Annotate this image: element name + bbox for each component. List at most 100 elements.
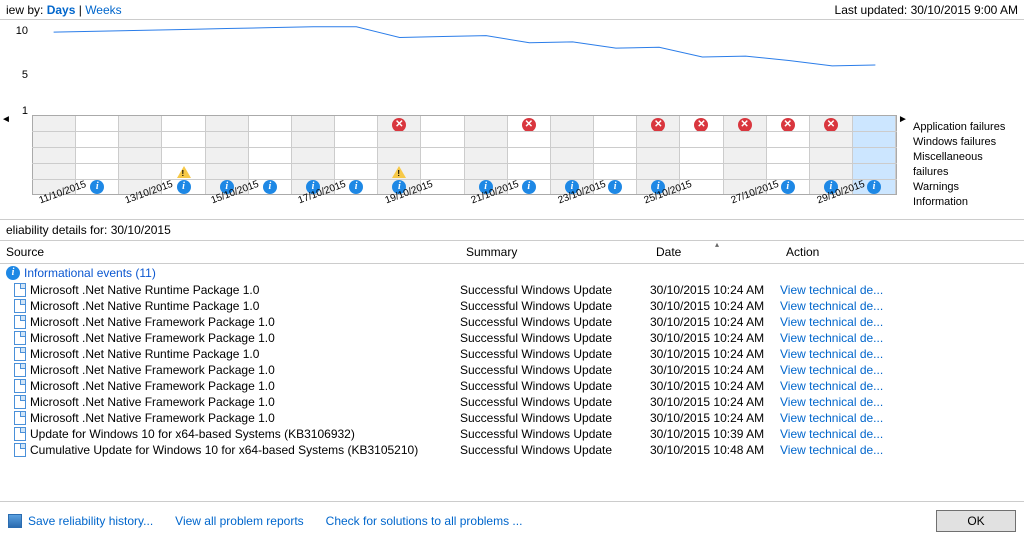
summary-text: Successful Windows Update [460, 283, 650, 297]
table-row[interactable]: Microsoft .Net Native Runtime Package 1.… [0, 298, 1024, 314]
legend-item: Warnings [913, 180, 1020, 195]
date-text: 30/10/2015 10:24 AM [650, 363, 780, 377]
doc-icon [14, 363, 26, 377]
view-details-link[interactable]: View technical de... [780, 299, 883, 313]
doc-icon [14, 427, 26, 441]
info-icon: i [6, 266, 20, 280]
doc-icon [14, 331, 26, 345]
table-row[interactable]: Microsoft .Net Native Framework Package … [0, 378, 1024, 394]
source-text: Microsoft .Net Native Framework Package … [30, 379, 275, 393]
error-icon: ✕ [392, 118, 406, 132]
view-details-link[interactable]: View technical de... [780, 427, 883, 441]
chart-next-arrow[interactable]: ► [897, 20, 909, 219]
table-row[interactable]: Microsoft .Net Native Runtime Package 1.… [0, 346, 1024, 362]
summary-text: Successful Windows Update [460, 299, 650, 313]
warning-icon [392, 166, 406, 178]
reliability-chart: ◄ 1510 iiiiii✕ii✕iii✕i✕✕✕i✕ii 11/10/2015… [0, 20, 1024, 220]
summary-text: Successful Windows Update [460, 395, 650, 409]
col-action[interactable]: Action [780, 241, 1024, 263]
check-solutions-link[interactable]: Check for solutions to all problems ... [326, 514, 523, 528]
doc-icon [14, 347, 26, 361]
col-date[interactable]: Date▴ [650, 241, 780, 263]
table-row[interactable]: Cumulative Update for Windows 10 for x64… [0, 442, 1024, 458]
summary-text: Successful Windows Update [460, 331, 650, 345]
view-by: iew by: Days | Weeks [6, 3, 122, 17]
summary-text: Successful Windows Update [460, 363, 650, 377]
table-row[interactable]: Microsoft .Net Native Framework Package … [0, 362, 1024, 378]
date-text: 30/10/2015 10:24 AM [650, 347, 780, 361]
chart-prev-arrow[interactable]: ◄ [0, 20, 12, 219]
warning-icon [177, 166, 191, 178]
day-column[interactable]: i [292, 116, 335, 194]
summary-text: Successful Windows Update [460, 347, 650, 361]
doc-icon [14, 315, 26, 329]
view-details-link[interactable]: View technical de... [780, 379, 883, 393]
y-tick: 5 [22, 69, 28, 81]
day-column[interactable]: i [465, 116, 508, 194]
table-row[interactable]: Microsoft .Net Native Framework Package … [0, 314, 1024, 330]
view-by-weeks[interactable]: Weeks [85, 3, 121, 17]
ok-button[interactable]: OK [936, 510, 1016, 532]
day-column[interactable]: i [206, 116, 249, 194]
date-text: 30/10/2015 10:24 AM [650, 379, 780, 393]
source-text: Microsoft .Net Native Runtime Package 1.… [30, 299, 259, 313]
doc-icon [14, 379, 26, 393]
sort-caret-icon: ▴ [715, 241, 719, 249]
day-column[interactable]: ✕ [724, 116, 767, 194]
summary-text: Successful Windows Update [460, 379, 650, 393]
day-column[interactable]: ✕i [810, 116, 853, 194]
table-row[interactable]: Update for Windows 10 for x64-based Syst… [0, 426, 1024, 442]
day-column[interactable]: i [551, 116, 594, 194]
x-axis-labels: 11/10/201513/10/201515/10/201517/10/2015… [32, 198, 897, 220]
view-details-link[interactable]: View technical de... [780, 283, 883, 297]
date-text: 30/10/2015 10:24 AM [650, 411, 780, 425]
source-text: Microsoft .Net Native Framework Package … [30, 395, 275, 409]
details-table[interactable]: Source Summary Date▴ Action i Informatio… [0, 241, 1024, 493]
day-column[interactable]: ✕i [378, 116, 421, 194]
day-column[interactable] [119, 116, 162, 194]
view-details-link[interactable]: View technical de... [780, 331, 883, 345]
grid-row-sep [32, 147, 897, 148]
legend-item: Information [913, 195, 1020, 210]
details-header: eliability details for: 30/10/2015 [0, 220, 1024, 241]
top-bar: iew by: Days | Weeks Last updated: 30/10… [0, 0, 1024, 20]
legend-item: Miscellaneous failures [913, 150, 1020, 180]
date-text: 30/10/2015 10:48 AM [650, 443, 780, 457]
chart-body: 1510 iiiiii✕ii✕iii✕i✕✕✕i✕ii 11/10/201513… [12, 20, 897, 219]
view-details-link[interactable]: View technical de... [780, 363, 883, 377]
error-icon: ✕ [651, 118, 665, 132]
table-row[interactable]: Microsoft .Net Native Framework Package … [0, 330, 1024, 346]
day-column[interactable]: ✕i [637, 116, 680, 194]
date-text: 30/10/2015 10:39 AM [650, 427, 780, 441]
col-summary[interactable]: Summary [460, 241, 650, 263]
save-icon [8, 514, 22, 528]
table-row[interactable]: Microsoft .Net Native Framework Package … [0, 410, 1024, 426]
view-details-link[interactable]: View technical de... [780, 443, 883, 457]
group-informational[interactable]: i Informational events (11) [0, 264, 1024, 282]
grid-row-sep [32, 179, 897, 180]
summary-text: Successful Windows Update [460, 427, 650, 441]
date-text: 30/10/2015 10:24 AM [650, 331, 780, 345]
info-icon: i [781, 180, 795, 194]
view-details-link[interactable]: View technical de... [780, 347, 883, 361]
source-text: Microsoft .Net Native Framework Package … [30, 315, 275, 329]
table-header-row: Source Summary Date▴ Action [0, 241, 1024, 264]
info-icon: i [608, 180, 622, 194]
legend-item: Windows failures [913, 135, 1020, 150]
view-details-link[interactable]: View technical de... [780, 395, 883, 409]
summary-text: Successful Windows Update [460, 315, 650, 329]
col-source[interactable]: Source [0, 241, 460, 263]
view-details-link[interactable]: View technical de... [780, 315, 883, 329]
error-icon: ✕ [824, 118, 838, 132]
date-text: 30/10/2015 10:24 AM [650, 299, 780, 313]
view-by-days[interactable]: Days [47, 3, 76, 17]
table-row[interactable]: Microsoft .Net Native Runtime Package 1.… [0, 282, 1024, 298]
view-details-link[interactable]: View technical de... [780, 411, 883, 425]
day-column[interactable] [33, 116, 76, 194]
save-history-link[interactable]: Save reliability history... [28, 514, 153, 528]
table-row[interactable]: Microsoft .Net Native Framework Package … [0, 394, 1024, 410]
group-label: Informational events (11) [24, 266, 156, 280]
view-all-reports-link[interactable]: View all problem reports [175, 514, 304, 528]
error-icon: ✕ [522, 118, 536, 132]
info-icon: i [867, 180, 881, 194]
